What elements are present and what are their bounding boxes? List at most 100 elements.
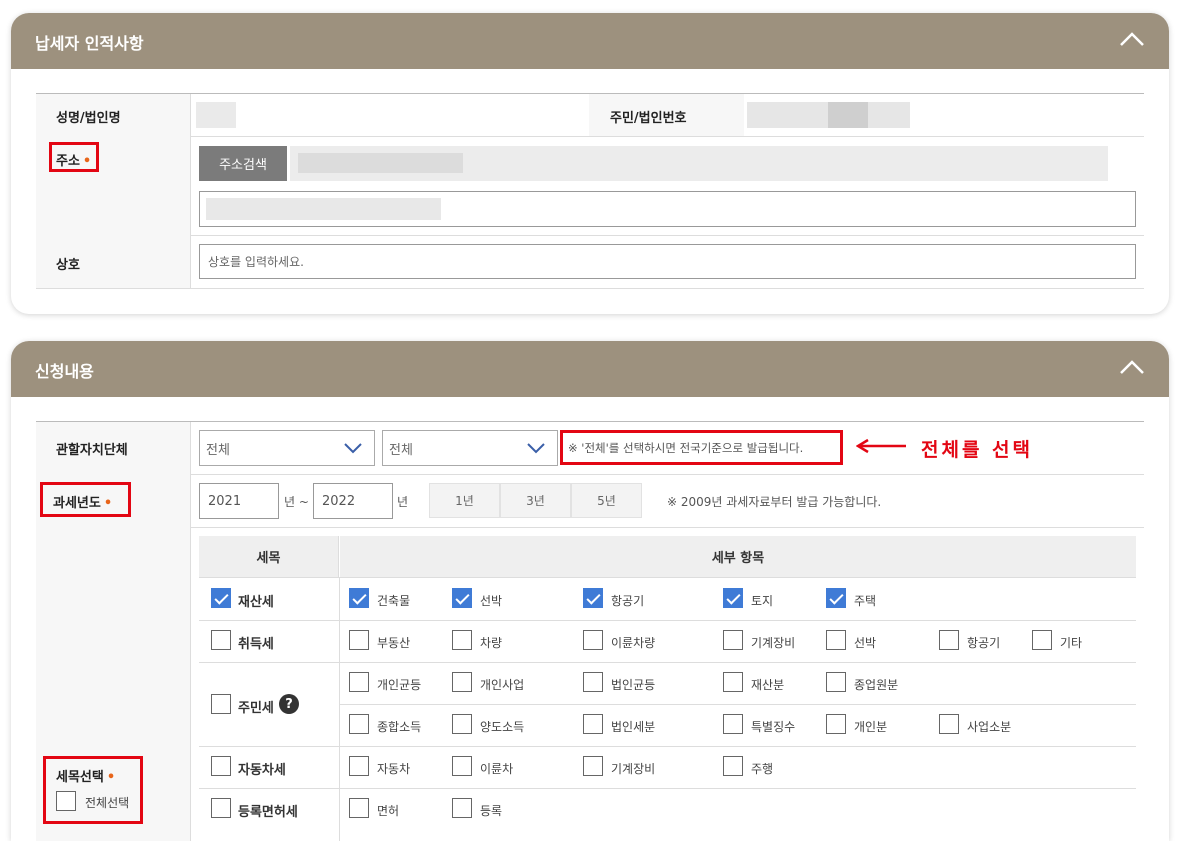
item-checkbox[interactable] (723, 672, 743, 692)
item-checkbox[interactable] (452, 672, 472, 692)
address-value (298, 153, 463, 173)
item-label: 특별징수 (751, 720, 796, 734)
item-checkbox[interactable] (583, 588, 603, 608)
annotation-text: 전체를 선택 (921, 439, 1034, 461)
chevron-down-icon (344, 443, 362, 454)
divider (36, 288, 1144, 289)
item-checkbox[interactable] (939, 630, 959, 650)
address-detail-value (206, 198, 441, 220)
chevron-up-icon[interactable] (1119, 29, 1145, 49)
item-label: 토지 (751, 594, 774, 608)
item-label: 부동산 (377, 636, 411, 650)
authority-label: 관할자치단체 (56, 443, 128, 458)
item-checkbox[interactable] (723, 714, 743, 734)
item-label: 이륜차 (480, 762, 514, 776)
year-to-input[interactable]: 2022 (313, 483, 393, 519)
taxpayer-info-header[interactable]: 납세자 인적사항 (11, 13, 1169, 69)
item-checkbox[interactable] (349, 588, 369, 608)
item-checkbox[interactable] (826, 714, 846, 734)
item-checkbox[interactable] (583, 756, 603, 776)
item-checkbox[interactable] (452, 588, 472, 608)
authority-select-1[interactable]: 전체 (199, 430, 375, 466)
panel-title: 납세자 인적사항 (35, 34, 144, 53)
tax-checkbox-resident[interactable] (211, 694, 231, 714)
item-label: 선박 (854, 636, 877, 650)
item-checkbox[interactable] (826, 588, 846, 608)
item-checkbox[interactable] (826, 630, 846, 650)
item-checkbox[interactable] (723, 588, 743, 608)
item-label: 개인사업 (480, 678, 525, 692)
tax-checkbox-vehicle[interactable] (211, 756, 231, 776)
item-checkbox[interactable] (452, 714, 472, 734)
tax-name-property: 재산세 (238, 595, 274, 610)
application-header[interactable]: 신청내용 (11, 341, 1169, 397)
select-all-checkbox[interactable] (56, 791, 76, 811)
tax-checkbox-registration[interactable] (211, 798, 231, 818)
item-label: 재산분 (751, 678, 785, 692)
select-value: 전체 (389, 442, 413, 458)
business-name-input[interactable]: 상호를 입력하세요. (199, 244, 1136, 279)
year-note: ※ 2009년 과세자료부터 발급 가능합니다. (667, 495, 882, 509)
address-detail-field[interactable] (199, 191, 1136, 227)
item-checkbox[interactable] (349, 672, 369, 692)
item-label: 사업소분 (967, 720, 1012, 734)
item-label: 법인균등 (611, 678, 656, 692)
tax-name-vehicle: 자동차세 (238, 763, 286, 778)
item-checkbox[interactable] (723, 756, 743, 776)
divider (36, 474, 1144, 475)
item-label: 개인균등 (377, 678, 422, 692)
item-checkbox[interactable] (583, 714, 603, 734)
item-label: 종합소득 (377, 720, 422, 734)
select-value: 전체 (206, 442, 230, 458)
item-checkbox[interactable] (349, 714, 369, 734)
address-field[interactable] (290, 146, 1108, 181)
item-label: 등록 (480, 804, 503, 818)
item-checkbox[interactable] (452, 756, 472, 776)
select-all-label: 전체선택 (85, 796, 130, 810)
item-checkbox[interactable] (349, 630, 369, 650)
item-checkbox[interactable] (583, 672, 603, 692)
item-label: 법인세분 (611, 720, 656, 734)
item-checkbox[interactable] (826, 672, 846, 692)
item-checkbox[interactable] (1032, 630, 1052, 650)
id-number-label: 주민/법인번호 (610, 111, 687, 126)
id-number-value-part (828, 102, 868, 128)
chevron-up-icon[interactable] (1119, 357, 1145, 377)
taxpayer-info-panel: 납세자 인적사항 성명/법인명 주민/법인번호 주소 • 주소검색 상호 상호를 … (11, 13, 1169, 314)
name-label: 성명/법인명 (56, 111, 121, 126)
col-header-detail: 세부 항목 (340, 536, 1136, 577)
help-icon[interactable]: ? (279, 694, 299, 714)
panel-title: 신청내용 (35, 362, 94, 381)
divider (190, 94, 191, 288)
tax-name-acquisition: 취득세 (238, 637, 274, 652)
item-label: 주행 (751, 762, 774, 776)
item-checkbox[interactable] (452, 630, 472, 650)
item-checkbox[interactable] (349, 756, 369, 776)
item-label: 항공기 (611, 594, 645, 608)
period-1y-button[interactable]: 1년 (429, 483, 500, 518)
arrow-left-icon (856, 438, 906, 454)
item-checkbox[interactable] (583, 630, 603, 650)
authority-note: ※ '전체'를 선택하시면 전국기준으로 발급됩니다. (568, 441, 804, 455)
divider (36, 527, 1144, 528)
item-checkbox[interactable] (349, 798, 369, 818)
tax-checkbox-property[interactable] (211, 588, 231, 608)
item-label: 건축물 (377, 594, 411, 608)
address-search-button[interactable]: 주소검색 (199, 146, 287, 181)
period-5y-button[interactable]: 5년 (571, 483, 642, 518)
tax-checkbox-acquisition[interactable] (211, 630, 231, 650)
item-label: 개인분 (854, 720, 888, 734)
item-label: 양도소득 (480, 720, 525, 734)
year-unit: 년 (397, 495, 409, 509)
tax-name-resident: 주민세 (238, 701, 274, 716)
item-label: 항공기 (967, 636, 1001, 650)
col-header-tax: 세목 (199, 536, 339, 577)
item-checkbox[interactable] (452, 798, 472, 818)
authority-select-2[interactable]: 전체 (382, 430, 558, 466)
period-3y-button[interactable]: 3년 (500, 483, 571, 518)
item-checkbox[interactable] (723, 630, 743, 650)
year-from-input[interactable]: 2021 (199, 483, 279, 519)
business-name-label: 상호 (56, 258, 80, 273)
item-label: 기타 (1060, 636, 1083, 650)
item-checkbox[interactable] (939, 714, 959, 734)
